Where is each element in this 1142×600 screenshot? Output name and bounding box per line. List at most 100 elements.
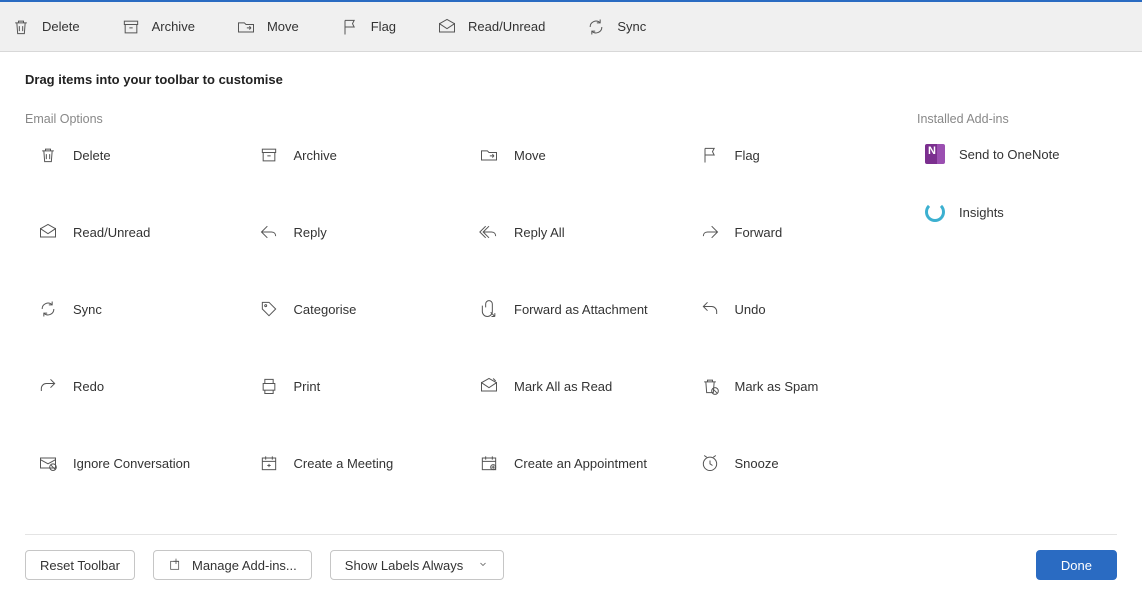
customize-panel: Drag items into your toolbar to customis… (0, 52, 1142, 484)
toolbar-item-flag[interactable]: Flag (339, 16, 396, 38)
option-label: Read/Unread (73, 225, 150, 240)
option-redo[interactable]: Redo (25, 375, 236, 397)
option-snooze[interactable]: Snooze (687, 452, 898, 474)
option-print[interactable]: Print (246, 375, 457, 397)
addin-send-to-onenote[interactable]: Send to OneNote (917, 144, 1117, 164)
addin-label: Send to OneNote (959, 147, 1059, 162)
toolbar-item-label: Read/Unread (468, 19, 545, 34)
option-label: Move (514, 148, 546, 163)
print-icon (258, 375, 280, 397)
option-label: Delete (73, 148, 111, 163)
option-ignore-conversation[interactable]: Ignore Conversation (25, 452, 236, 474)
reply-icon (258, 221, 280, 243)
option-label: Archive (294, 148, 337, 163)
option-archive[interactable]: Archive (246, 144, 457, 166)
installed-addins-header: Installed Add-ins (917, 112, 1117, 126)
option-read-unread[interactable]: Read/Unread (25, 221, 236, 243)
option-label: Reply (294, 225, 327, 240)
option-label: Snooze (735, 456, 779, 471)
reset-toolbar-label: Reset Toolbar (40, 558, 120, 573)
option-label: Categorise (294, 302, 357, 317)
delete-icon (10, 16, 32, 38)
sync-icon (37, 298, 59, 320)
manage-addins-label: Manage Add-ins... (192, 558, 297, 573)
option-label: Create a Meeting (294, 456, 394, 471)
instruction-text: Drag items into your toolbar to customis… (25, 72, 1117, 87)
mark-spam-icon (699, 375, 721, 397)
option-label: Reply All (514, 225, 565, 240)
archive-icon (120, 16, 142, 38)
show-labels-dropdown[interactable]: Show Labels Always (330, 550, 505, 580)
option-undo[interactable]: Undo (687, 298, 898, 320)
addin-insights[interactable]: Insights (917, 202, 1117, 222)
option-reply-all[interactable]: Reply All (466, 221, 677, 243)
toolbar-item-archive[interactable]: Archive (120, 16, 195, 38)
categorise-icon (258, 298, 280, 320)
forward-icon (699, 221, 721, 243)
mark-all-read-icon (478, 375, 500, 397)
footer: Reset Toolbar Manage Add-ins... Show Lab… (25, 534, 1117, 580)
option-label: Undo (735, 302, 766, 317)
option-forward[interactable]: Forward (687, 221, 898, 243)
toolbar-item-delete[interactable]: Delete (10, 16, 80, 38)
archive-icon (258, 144, 280, 166)
option-mark-all-as-read[interactable]: Mark All as Read (466, 375, 677, 397)
flag-icon (699, 144, 721, 166)
option-label: Redo (73, 379, 104, 394)
forward-attachment-icon (478, 298, 500, 320)
done-button[interactable]: Done (1036, 550, 1117, 580)
reply-all-icon (478, 221, 500, 243)
manage-addins-icon (168, 556, 184, 575)
addin-label: Insights (959, 205, 1004, 220)
toolbar-item-read-unread[interactable]: Read/Unread (436, 16, 545, 38)
option-delete[interactable]: Delete (25, 144, 236, 166)
option-label: Sync (73, 302, 102, 317)
option-label: Forward (735, 225, 783, 240)
option-move[interactable]: Move (466, 144, 677, 166)
option-label: Mark All as Read (514, 379, 612, 394)
snooze-icon (699, 452, 721, 474)
installed-addins-section: Installed Add-ins Send to OneNote Insight… (917, 112, 1117, 474)
toolbar: Delete Archive Move Flag Read/Unread Sync (0, 0, 1142, 52)
move-icon (235, 16, 257, 38)
chevron-down-icon (477, 558, 489, 573)
redo-icon (37, 375, 59, 397)
move-icon (478, 144, 500, 166)
option-label: Forward as Attachment (514, 302, 648, 317)
create-appointment-icon (478, 452, 500, 474)
done-label: Done (1061, 558, 1092, 573)
toolbar-item-move[interactable]: Move (235, 16, 299, 38)
toolbar-item-label: Delete (42, 19, 80, 34)
option-label: Create an Appointment (514, 456, 647, 471)
onenote-icon (925, 144, 945, 164)
manage-addins-button[interactable]: Manage Add-ins... (153, 550, 312, 580)
insights-icon (925, 202, 945, 222)
option-reply[interactable]: Reply (246, 221, 457, 243)
email-options-section: Email Options Delete Archive Move Flag Read/… (25, 112, 897, 474)
show-labels-label: Show Labels Always (345, 558, 464, 573)
toolbar-item-label: Archive (152, 19, 195, 34)
option-create-an-appointment[interactable]: Create an Appointment (466, 452, 677, 474)
option-forward-as-attachment[interactable]: Forward as Attachment (466, 298, 677, 320)
option-sync[interactable]: Sync (25, 298, 236, 320)
sync-icon (585, 16, 607, 38)
toolbar-item-label: Move (267, 19, 299, 34)
email-options-header: Email Options (25, 112, 897, 126)
option-label: Mark as Spam (735, 379, 819, 394)
option-flag[interactable]: Flag (687, 144, 898, 166)
option-create-a-meeting[interactable]: Create a Meeting (246, 452, 457, 474)
option-mark-as-spam[interactable]: Mark as Spam (687, 375, 898, 397)
option-label: Flag (735, 148, 760, 163)
option-categorise[interactable]: Categorise (246, 298, 457, 320)
flag-icon (339, 16, 361, 38)
reset-toolbar-button[interactable]: Reset Toolbar (25, 550, 135, 580)
toolbar-item-label: Flag (371, 19, 396, 34)
option-label: Ignore Conversation (73, 456, 190, 471)
toolbar-item-label: Sync (617, 19, 646, 34)
undo-icon (699, 298, 721, 320)
toolbar-item-sync[interactable]: Sync (585, 16, 646, 38)
ignore-conversation-icon (37, 452, 59, 474)
read-unread-icon (436, 16, 458, 38)
create-meeting-icon (258, 452, 280, 474)
option-label: Print (294, 379, 321, 394)
